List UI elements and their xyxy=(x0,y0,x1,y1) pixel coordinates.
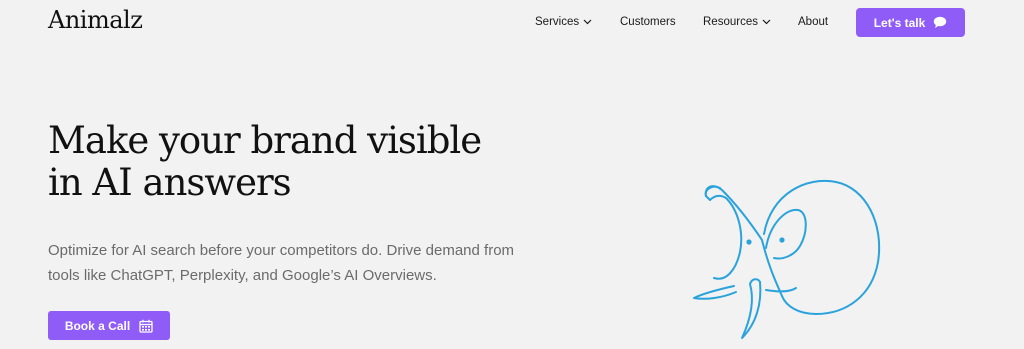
hero-subtitle-line-2: tools like ChatGPT, Perplexity, and Goog… xyxy=(48,267,437,284)
book-a-call-button[interactable]: Book a Call xyxy=(48,311,170,340)
nav-customers[interactable]: Customers xyxy=(620,16,676,28)
book-a-call-label: Book a Call xyxy=(64,318,131,333)
nav-about-label: About xyxy=(798,16,829,28)
calendar-icon xyxy=(139,319,153,333)
nav-about[interactable]: About xyxy=(798,16,828,28)
nav-services[interactable]: Services xyxy=(535,16,592,28)
nav-services-label: Services xyxy=(535,16,580,28)
chevron-down-icon xyxy=(583,19,592,25)
lets-talk-button[interactable]: Let's talk xyxy=(856,8,965,37)
elephant-illustration xyxy=(693,179,881,339)
chat-bubble-icon xyxy=(934,16,947,28)
hero-title-line-2: in AI answers xyxy=(48,161,292,204)
hero-subtitle: Optimize for AI search before your compe… xyxy=(48,238,588,288)
hero-subtitle-line-1: Optimize for AI search before your compe… xyxy=(48,242,515,259)
nav-customers-label: Customers xyxy=(620,16,676,28)
lets-talk-label: Let's talk xyxy=(873,15,926,30)
hero-title: Make your brand visible in AI answers xyxy=(48,119,482,204)
site-header: Animalz Services Customers Resources Abo… xyxy=(0,0,1024,46)
nav-resources-label: Resources xyxy=(703,16,758,28)
hero-title-line-1: Make your brand visible xyxy=(48,119,482,162)
chevron-down-icon xyxy=(762,19,771,25)
nav-resources[interactable]: Resources xyxy=(703,16,771,28)
